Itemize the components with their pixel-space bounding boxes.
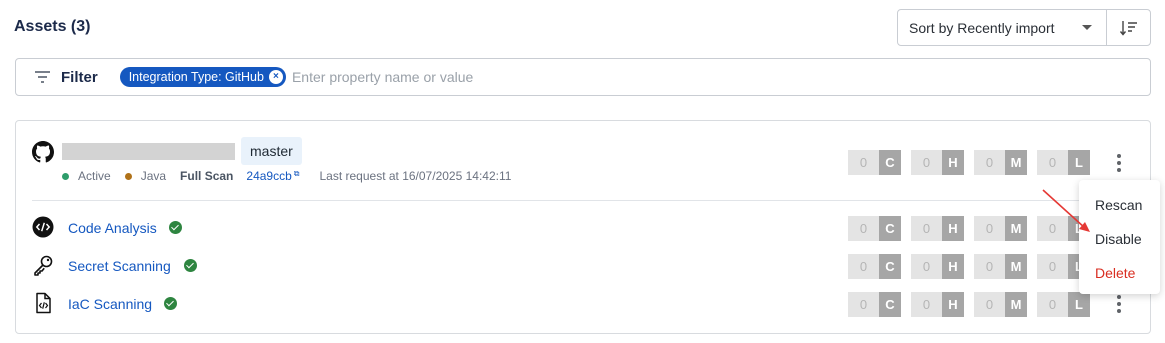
scan-name[interactable]: Secret Scanning [68,258,171,274]
language-label: Java [140,169,167,183]
severity-critical[interactable]: 0C [848,216,901,241]
severity-count: 0 [911,150,942,175]
severity-low[interactable]: 0L [1037,150,1090,175]
severity-count: 0 [848,150,879,175]
sort-select[interactable]: Sort by Recently import [898,10,1107,45]
menu-item-rescan[interactable]: Rescan [1079,188,1160,222]
scan-severity-group: 0C 0H 0M 0L [848,254,1090,279]
language-indicator: Java [124,169,167,183]
severity-count: 0 [911,254,942,279]
severity-medium[interactable]: 0M [974,292,1027,317]
severity-letter: L [1068,150,1090,175]
severity-count: 0 [848,254,879,279]
success-check-icon [169,221,182,234]
severity-high[interactable]: 0H [911,150,964,175]
severity-letter: M [1005,292,1027,317]
status-label: Active [78,169,111,183]
severity-letter: M [1005,254,1027,279]
severity-critical[interactable]: 0C [848,150,901,175]
asset-meta: Active Java Full Scan 24a9ccb ⧉ Last req… [62,169,511,183]
key-icon [34,255,53,276]
scan-type: Full Scan [180,169,234,183]
severity-count: 0 [911,292,942,317]
filter-input[interactable] [291,69,792,85]
scan-name[interactable]: IaC Scanning [68,296,152,312]
severity-count: 0 [848,216,879,241]
severity-count: 0 [974,150,1005,175]
menu-item-disable[interactable]: Disable [1079,222,1160,256]
severity-medium[interactable]: 0M [974,216,1027,241]
severity-letter: C [879,150,901,175]
filter-bar: Filter Integration Type: GitHub × [15,58,1151,96]
severity-low[interactable]: 0L [1037,292,1090,317]
status-indicator: Active [62,169,111,183]
divider [32,200,1135,201]
caret-down-icon [1082,25,1092,30]
last-request: Last request at 16/07/2025 14:42:11 [319,169,512,183]
severity-count: 0 [974,292,1005,317]
asset-more-menu-button[interactable] [1109,152,1129,174]
context-menu: Rescan Disable Delete [1079,180,1160,294]
scan-row-secret-scanning: Secret Scanning 0C 0H 0M 0L [16,249,1150,283]
severity-letter: H [942,254,964,279]
github-icon [32,141,54,163]
severity-medium[interactable]: 0M [974,150,1027,175]
severity-letter: C [879,216,901,241]
scan-severity-group: 0C 0H 0M 0L [848,216,1090,241]
asset-card: master Active Java Full Scan 24a9ccb ⧉ L… [15,120,1151,334]
commit-link[interactable]: 24a9ccb ⧉ [246,169,299,183]
severity-high[interactable]: 0H [911,216,964,241]
branch-badge: master [241,137,302,165]
external-link-icon: ⧉ [293,169,300,178]
severity-letter: L [1068,292,1090,317]
scan-more-menu-button[interactable] [1109,293,1129,315]
language-dot [124,172,132,180]
asset-row: master Active Java Full Scan 24a9ccb ⧉ L… [16,121,1150,199]
code-file-icon [36,292,51,314]
scan-row-iac-scanning: IaC Scanning 0C 0H 0M 0L [16,287,1150,321]
severity-count: 0 [1037,150,1068,175]
sort-descending-icon [1119,20,1137,36]
sort-direction-button[interactable] [1107,10,1150,45]
page-title: Assets (3) [14,18,91,35]
chip-remove-icon[interactable]: × [268,70,283,84]
severity-count: 0 [1037,254,1068,279]
scan-row-code-analysis: Code Analysis 0C 0H 0M 0L [16,211,1150,245]
severity-letter: H [942,216,964,241]
severity-count: 0 [1037,216,1068,241]
filter-chip[interactable]: Integration Type: GitHub × [119,67,286,87]
filter-icon [35,71,50,83]
status-dot [62,172,69,180]
asset-severity-group: 0C 0H 0M 0L [848,150,1090,175]
success-check-icon [164,297,177,310]
scan-name[interactable]: Code Analysis [68,220,157,236]
filter-chip-label: Integration Type: GitHub [128,70,264,84]
commit-hash: 24a9ccb [246,169,292,183]
scan-severity-group: 0C 0H 0M 0L [848,292,1090,317]
asset-name-redacted[interactable] [62,143,235,160]
assets-header: Assets (3) Sort by Recently import [0,0,1165,56]
severity-letter: M [1005,216,1027,241]
severity-critical[interactable]: 0C [848,254,901,279]
menu-item-delete[interactable]: Delete [1079,256,1160,290]
success-check-icon [184,259,197,272]
severity-count: 0 [848,292,879,317]
severity-letter: C [879,254,901,279]
severity-count: 0 [1037,292,1068,317]
severity-high[interactable]: 0H [911,254,964,279]
severity-medium[interactable]: 0M [974,254,1027,279]
severity-letter: H [942,150,964,175]
severity-letter: H [942,292,964,317]
sort-select-label: Sort by Recently import [909,19,1055,36]
severity-letter: M [1005,150,1027,175]
severity-count: 0 [911,216,942,241]
severity-high[interactable]: 0H [911,292,964,317]
severity-count: 0 [974,254,1005,279]
severity-count: 0 [974,216,1005,241]
sort-control: Sort by Recently import [897,9,1151,46]
code-icon [32,216,54,238]
severity-critical[interactable]: 0C [848,292,901,317]
severity-letter: C [879,292,901,317]
filter-label: Filter [61,68,98,86]
